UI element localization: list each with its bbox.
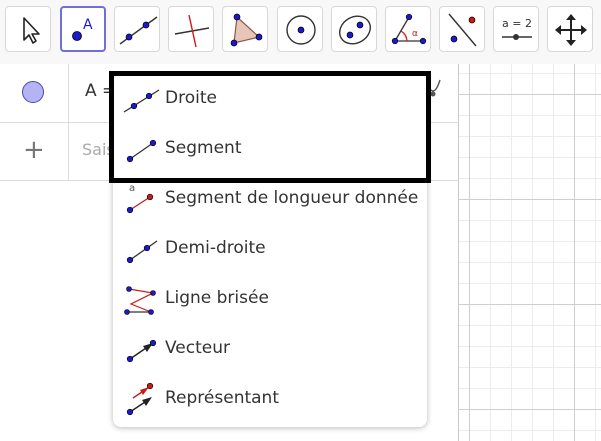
- menu-item-droite[interactable]: Droite: [113, 75, 427, 123]
- angle-tool-label: α: [412, 29, 418, 39]
- menu-item-segment[interactable]: Segment: [113, 125, 427, 173]
- slider-icon: a = 2: [502, 17, 532, 40]
- segment-fixed-length-icon: a: [126, 183, 154, 214]
- marble-cell: [0, 64, 69, 122]
- reflect-tool-button[interactable]: [439, 6, 485, 52]
- move-arrows-icon: [555, 14, 587, 46]
- ray-icon: [126, 240, 158, 264]
- point-tool-button[interactable]: A: [60, 6, 106, 52]
- menu-item-segment-de-longueur-donnee[interactable]: a Segment de longueur donnée: [113, 175, 427, 223]
- line-tool-button[interactable]: [114, 6, 160, 52]
- menu-item-ligne-brisee[interactable]: Ligne brisée: [113, 275, 427, 323]
- circle-center-icon: [286, 15, 316, 45]
- plus-cell: +: [0, 123, 69, 180]
- ellipse-icon: [338, 15, 372, 45]
- vector-icon: [126, 339, 157, 363]
- graphics-view[interactable]: [458, 64, 601, 441]
- vector-from-point-icon: [126, 382, 154, 416]
- slider-tool-label: a = 2: [502, 17, 532, 30]
- move-tool-button[interactable]: [5, 6, 51, 52]
- menu-item-representant[interactable]: Représentant: [113, 375, 427, 423]
- menu-item-label: Droite: [165, 88, 217, 108]
- perpendicular-line-icon: [174, 14, 210, 48]
- point-tool-label: A: [83, 17, 93, 33]
- reflect-line-icon: [448, 13, 477, 47]
- plus-icon[interactable]: +: [23, 135, 45, 165]
- perpendicular-line-tool-button[interactable]: [168, 6, 214, 52]
- polygon-tool-button[interactable]: [222, 6, 268, 52]
- line-tools-submenu: Droite Segment a Segment de longueur don…: [113, 75, 427, 427]
- menu-item-demi-droite[interactable]: Demi-droite: [113, 225, 427, 273]
- move-graphics-view-tool-button[interactable]: [547, 6, 593, 52]
- cursor-arrow-icon: [23, 17, 40, 44]
- ellipse-tool-button[interactable]: [331, 6, 377, 52]
- menu-item-label: Segment de longueur donnée: [165, 188, 419, 208]
- slider-tool-button[interactable]: a = 2: [493, 6, 539, 52]
- angle-tool-button[interactable]: α: [385, 6, 431, 52]
- visibility-marble-icon[interactable]: [22, 81, 44, 103]
- line-icon: [123, 89, 160, 113]
- menu-item-label: Ligne brisée: [165, 288, 269, 308]
- menu-item-vecteur[interactable]: Vecteur: [113, 325, 427, 373]
- line-icon: [119, 16, 158, 45]
- angle-icon: α: [391, 13, 427, 45]
- menu-item-label: Segment: [165, 138, 242, 158]
- point-icon: A: [72, 17, 93, 41]
- circle-center-point-tool-button[interactable]: [277, 6, 323, 52]
- segment-icon: [126, 139, 157, 163]
- algebra-input-field[interactable]: Sais: [82, 140, 115, 159]
- toolbar: A α a = 2: [0, 0, 601, 65]
- menu-item-label: Vecteur: [165, 338, 231, 358]
- polygon-icon: [230, 13, 263, 47]
- menu-item-label: Représentant: [165, 388, 279, 408]
- menu-item-label: Demi-droite: [165, 238, 266, 258]
- segment-length-letter: a: [129, 183, 135, 194]
- polyline-icon: [124, 286, 156, 315]
